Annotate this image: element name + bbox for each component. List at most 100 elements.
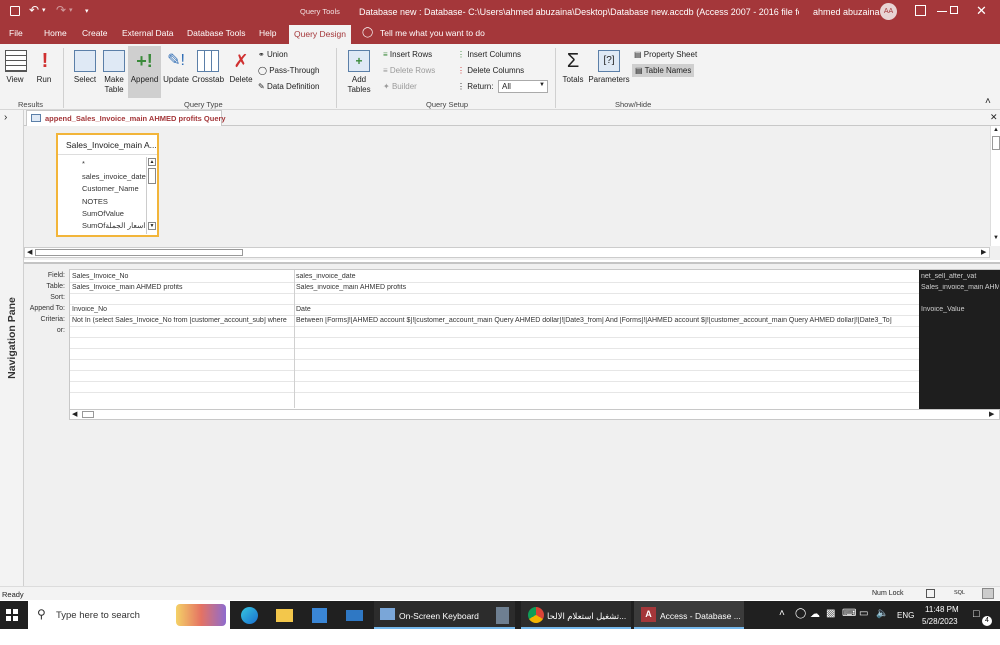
close-icon[interactable]: ✕ xyxy=(976,3,987,19)
clock-date[interactable]: 5/28/2023 xyxy=(922,617,958,645)
document-tab[interactable]: append_Sales_Invoice_main AHMED profits … xyxy=(26,110,226,126)
scroll-thumb[interactable] xyxy=(148,168,156,184)
expand-nav-icon[interactable]: › xyxy=(4,112,7,123)
grid-cell-criteria[interactable]: Between [Forms]![AHMED account $]![custo… xyxy=(296,317,916,324)
field-item[interactable]: SumOfValue xyxy=(82,209,124,218)
update-button[interactable]: ✎! Update xyxy=(162,50,190,85)
store-icon[interactable] xyxy=(312,608,327,623)
view-button[interactable]: View xyxy=(5,50,27,85)
pass-through-button[interactable]: ◯ Pass-Through xyxy=(258,66,319,75)
user-name[interactable]: ahmed abuzaina xyxy=(813,7,880,17)
delete-button[interactable]: ✗ Delete xyxy=(228,50,254,85)
scroll-right-icon[interactable]: ▶ xyxy=(981,248,986,256)
builder-button[interactable]: ✦ Builder xyxy=(383,82,417,91)
restore-icon[interactable] xyxy=(950,6,958,14)
totals-button[interactable]: Σ Totals xyxy=(560,50,586,85)
tab-home[interactable]: Home xyxy=(44,28,67,38)
select-button[interactable]: Select xyxy=(71,50,99,85)
search-box[interactable]: ⚲ Type here to search xyxy=(28,601,230,629)
calculator-icon[interactable] xyxy=(496,607,509,624)
avatar[interactable]: AA xyxy=(880,3,897,20)
scroll-up-icon[interactable]: ▲ xyxy=(148,158,156,166)
ribbon-display-options-icon[interactable] xyxy=(915,5,926,16)
taskbar-osk[interactable]: On-Screen Keyboard xyxy=(374,601,515,629)
crosstab-button[interactable]: Crosstab xyxy=(192,50,224,85)
minimize-icon[interactable] xyxy=(937,11,947,12)
undo-icon[interactable]: ↶ xyxy=(29,3,39,17)
design-grid[interactable]: Sales_Invoice_No Sales_Invoice_main AHME… xyxy=(69,269,1000,410)
taskbar-access[interactable]: A Access - Database ... xyxy=(634,601,744,629)
make-table-button[interactable]: Make Table xyxy=(100,50,128,95)
design-view-icon[interactable] xyxy=(926,589,935,598)
grid-cell-criteria[interactable]: Not In (select Sales_Invoice_No from [cu… xyxy=(72,317,292,324)
scroll-left-icon[interactable]: ◀ xyxy=(72,410,77,418)
grid-cell-table[interactable]: Sales_Invoice_main AHMED profits xyxy=(72,284,292,291)
field-item[interactable]: * xyxy=(82,159,85,168)
meet-now-icon[interactable]: ▩ xyxy=(826,608,835,636)
scroll-thumb[interactable] xyxy=(82,411,94,418)
run-button[interactable]: ! Run xyxy=(34,50,54,85)
scroll-left-icon[interactable]: ◀ xyxy=(27,248,32,256)
language-indicator[interactable]: ENG xyxy=(897,611,914,639)
grid-cell-field[interactable]: Sales_Invoice_No xyxy=(72,273,292,280)
taskbar-chrome[interactable]: تشغيل استعلام الالحا... xyxy=(521,601,631,629)
datasheet-view-icon[interactable] xyxy=(982,588,994,599)
field-item[interactable]: Customer_Name xyxy=(82,184,139,193)
close-document-icon[interactable]: ✕ xyxy=(990,112,998,123)
grid-cell-field[interactable]: net_sell_after_vat xyxy=(921,273,999,280)
keyboard-tray-icon[interactable]: ⌨ xyxy=(842,608,856,636)
collapse-ribbon-icon[interactable]: ˄ xyxy=(985,96,991,107)
insert-columns-button[interactable]: ⋮ Insert Columns xyxy=(457,50,521,59)
scroll-down-icon[interactable]: ▼ xyxy=(993,235,999,241)
redo-dropdown-icon[interactable]: ▾ xyxy=(69,6,73,14)
query-design-pane[interactable]: ▲ ▼ ◀ ▶ xyxy=(24,126,1000,260)
return-select[interactable]: All ▼ xyxy=(498,80,548,93)
table-field-list-title[interactable]: Sales_Invoice_main A... xyxy=(58,135,157,155)
grid-cell-table[interactable]: Sales_invoice_main AHM xyxy=(921,284,999,291)
mail-icon[interactable] xyxy=(346,610,363,621)
grid-cell-field[interactable]: sales_invoice_date xyxy=(296,273,916,280)
sql-view-button[interactable]: SQL xyxy=(954,590,965,596)
property-sheet-button[interactable]: ▤ Property Sheet xyxy=(634,50,697,59)
undo-dropdown-icon[interactable]: ▾ xyxy=(42,6,46,14)
add-tables-button[interactable]: + Add Tables xyxy=(343,50,375,95)
network-icon[interactable]: ▭ xyxy=(859,608,868,636)
grid-cell-table[interactable]: Sales_invoice_main AHMED profits xyxy=(296,284,916,291)
tray-app-icon[interactable]: ◯ xyxy=(795,608,806,636)
parameters-button[interactable]: [?] Parameters xyxy=(588,50,630,85)
onedrive-icon[interactable]: ☁ xyxy=(810,609,820,637)
field-list-scrollbar[interactable]: ▲ ▼ xyxy=(146,157,156,234)
scroll-thumb[interactable] xyxy=(35,249,243,256)
scroll-right-icon[interactable]: ▶ xyxy=(989,410,994,418)
field-item[interactable]: sales_invoice_date xyxy=(82,172,146,181)
start-button[interactable] xyxy=(6,609,18,621)
file-explorer-icon[interactable] xyxy=(276,609,293,622)
save-icon[interactable] xyxy=(10,6,20,16)
tab-create[interactable]: Create xyxy=(82,28,108,38)
tab-query-design[interactable]: Query Design xyxy=(289,25,351,44)
grid-cell-append-to[interactable]: Invoice_Value xyxy=(921,306,999,313)
grid-cell-append-to[interactable]: Date xyxy=(296,306,916,313)
append-button[interactable]: +! Append xyxy=(128,46,161,98)
scroll-down-icon[interactable]: ▼ xyxy=(148,222,156,230)
tell-me-box[interactable]: Tell me what you want to do xyxy=(380,28,485,38)
tab-help[interactable]: Help xyxy=(259,28,276,38)
field-item[interactable]: SumOfاسعار الجملة xyxy=(82,221,145,230)
scroll-up-icon[interactable]: ▲ xyxy=(993,127,999,133)
data-definition-button[interactable]: ✎ Data Definition xyxy=(258,82,319,91)
customize-qat-icon[interactable]: ▾ xyxy=(85,7,89,15)
delete-rows-button[interactable]: ≡ Delete Rows xyxy=(383,66,435,75)
grid-hscrollbar[interactable]: ◀ ▶ xyxy=(69,409,1000,420)
table-names-button[interactable]: ▤ Table Names xyxy=(632,64,695,77)
notifications-icon[interactable]: □ xyxy=(973,608,980,636)
table-field-list[interactable]: Sales_Invoice_main A... * sales_invoice_… xyxy=(56,133,159,237)
tab-external-data[interactable]: External Data xyxy=(122,28,174,38)
scroll-thumb[interactable] xyxy=(992,136,1000,150)
field-item[interactable]: NOTES xyxy=(82,197,108,206)
tab-file[interactable]: File xyxy=(9,28,23,38)
union-button[interactable]: ⚭ Union xyxy=(258,50,288,59)
show-hidden-icons-icon[interactable]: ˄ xyxy=(779,608,785,636)
design-vscrollbar[interactable]: ▲ ▼ xyxy=(990,126,1000,246)
delete-columns-button[interactable]: ⋮ Delete Columns xyxy=(457,66,524,75)
insert-rows-button[interactable]: ≡ Insert Rows xyxy=(383,50,432,59)
